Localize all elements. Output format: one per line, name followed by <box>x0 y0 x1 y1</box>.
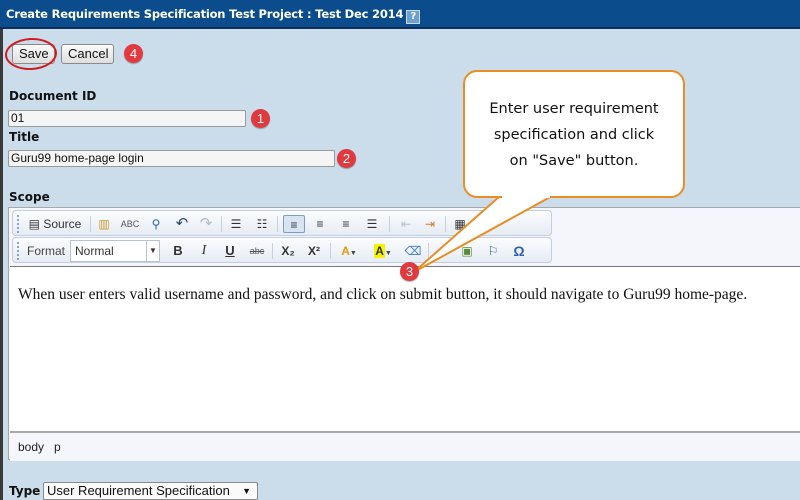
callout-line-3: on "Save" button. <box>509 153 639 169</box>
callout-tail <box>413 195 553 273</box>
callout-line-2: specification and click <box>493 127 655 143</box>
step-badge-3: 3 <box>400 262 419 281</box>
callout-box: Enter user requirement specification and… <box>463 70 685 198</box>
callout-text: Enter user requirement specification and… <box>465 96 683 174</box>
callout-line-1: Enter user requirement <box>489 101 659 117</box>
